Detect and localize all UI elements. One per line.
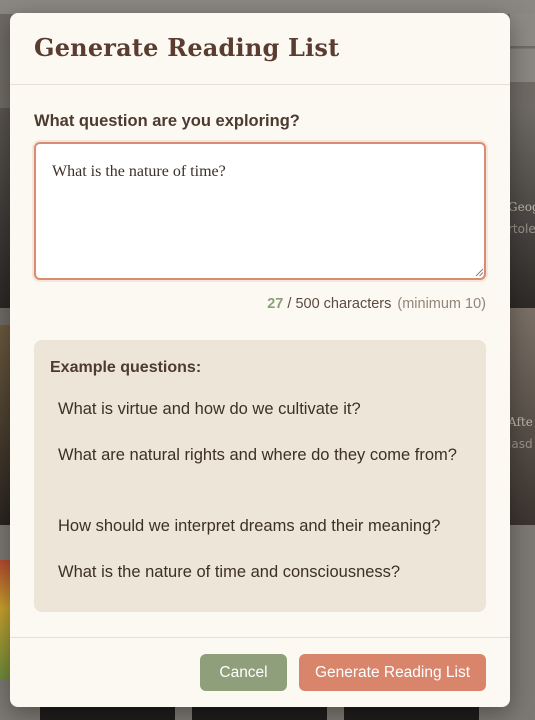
background-thumb-1: [40, 705, 175, 720]
background-thumb-3: [344, 705, 479, 720]
example-questions-panel: Example questions: What is virtue and ho…: [34, 340, 486, 612]
example-question-item[interactable]: What are natural rights and where do the…: [58, 442, 458, 468]
background-card-author: rtoler: [510, 222, 535, 236]
character-counter: 27 / 500 characters (minimum 10): [267, 296, 486, 312]
modal-header: Generate Reading List: [10, 13, 510, 85]
character-count-current: 27: [267, 296, 284, 312]
example-question-item[interactable]: What is the nature of time and conscious…: [58, 559, 458, 585]
background-book-card-right-1: Geog rtoler: [510, 108, 535, 308]
background-book-card-right-2: Afte lasd: [510, 308, 535, 525]
background-thumb-2: [192, 705, 327, 720]
example-question-item[interactable]: How should we interpret dreams and their…: [58, 513, 458, 539]
generate-reading-list-modal: Generate Reading List What question are …: [10, 13, 510, 707]
background-card-author: lasd: [510, 437, 533, 451]
resize-grip-icon[interactable]: [475, 268, 484, 277]
generate-reading-list-button[interactable]: Generate Reading List: [299, 654, 486, 691]
background-filter-strip: [510, 48, 535, 82]
question-label: What question are you exploring?: [34, 112, 300, 130]
background-card-title: Afte: [510, 415, 533, 429]
question-input[interactable]: What is the nature of time?: [34, 142, 486, 280]
background-nav-strip: [510, 14, 535, 46]
example-question-item[interactable]: What is virtue and how do we cultivate i…: [58, 396, 458, 422]
modal-title: Generate Reading List: [34, 33, 340, 62]
character-count-limit: / 500 characters: [283, 296, 392, 312]
background-header: [0, 0, 535, 14]
background-book-card-left-3: [0, 560, 10, 680]
modal-footer: Cancel Generate Reading List: [10, 637, 510, 707]
example-questions-title: Example questions:: [50, 359, 202, 376]
background-book-card-left-1: [0, 108, 10, 308]
character-count-minimum: (minimum 10): [397, 296, 486, 312]
background-book-card-left-2: [0, 325, 10, 525]
cancel-button[interactable]: Cancel: [200, 654, 287, 691]
background-card-title: Geog: [510, 200, 535, 214]
